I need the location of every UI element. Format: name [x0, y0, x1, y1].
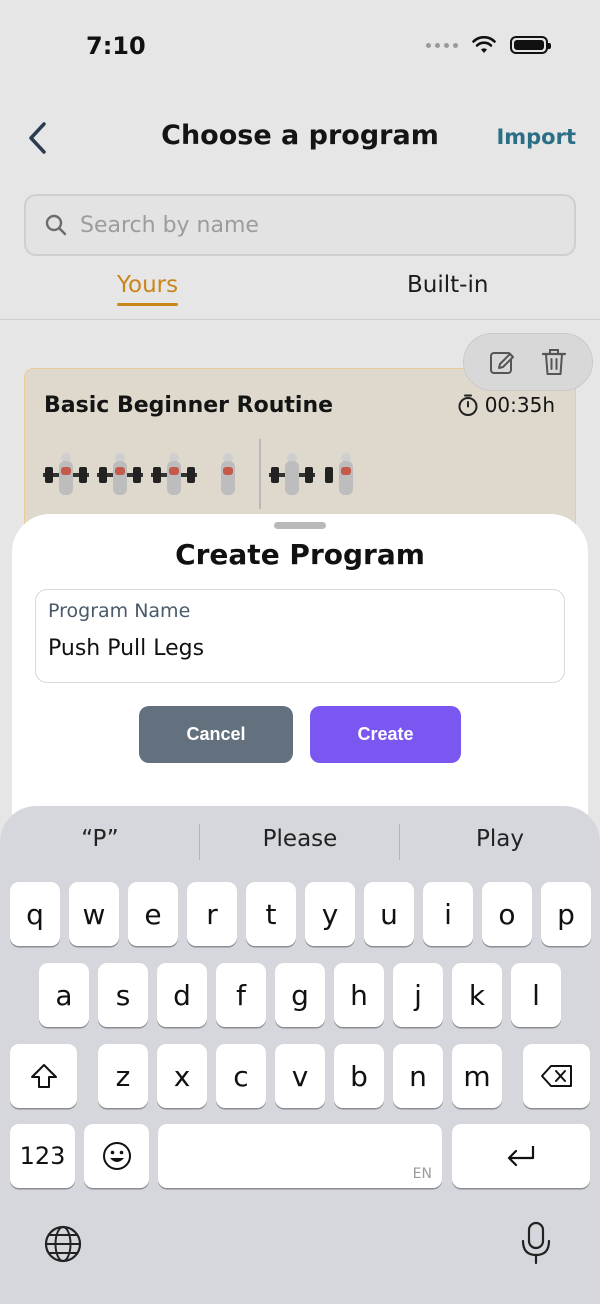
- globe-icon[interactable]: [43, 1224, 83, 1264]
- keyboard-language-label: EN: [412, 1166, 432, 1182]
- shift-key[interactable]: [10, 1044, 77, 1108]
- key-m[interactable]: m: [452, 1044, 502, 1108]
- suggestion-item[interactable]: Please: [200, 826, 400, 852]
- key-d[interactable]: d: [157, 963, 207, 1027]
- key-a[interactable]: a: [39, 963, 89, 1027]
- key-y[interactable]: y: [305, 882, 355, 946]
- suggestion-item[interactable]: “P”: [0, 826, 200, 852]
- program-name-input[interactable]: [48, 636, 548, 661]
- cancel-button[interactable]: Cancel: [139, 706, 293, 763]
- return-key[interactable]: [452, 1124, 590, 1188]
- key-i[interactable]: i: [423, 882, 473, 946]
- key-x[interactable]: x: [157, 1044, 207, 1108]
- key-e[interactable]: e: [128, 882, 178, 946]
- key-q[interactable]: q: [10, 882, 60, 946]
- sheet-title: Create Program: [175, 538, 425, 571]
- program-name-label: Program Name: [48, 600, 191, 622]
- key-h[interactable]: h: [334, 963, 384, 1027]
- key-c[interactable]: c: [216, 1044, 266, 1108]
- program-name-field[interactable]: Program Name: [35, 589, 565, 683]
- key-t[interactable]: t: [246, 882, 296, 946]
- keyboard: “P” Please Play q w e r t y u i o p a s …: [0, 806, 600, 1304]
- key-j[interactable]: j: [393, 963, 443, 1027]
- key-p[interactable]: p: [541, 882, 591, 946]
- space-key[interactable]: EN: [158, 1124, 442, 1188]
- return-icon: [507, 1146, 535, 1167]
- numbers-key[interactable]: 123: [10, 1124, 75, 1188]
- backspace-key[interactable]: [523, 1044, 590, 1108]
- key-u[interactable]: u: [364, 882, 414, 946]
- key-b[interactable]: b: [334, 1044, 384, 1108]
- key-r[interactable]: r: [187, 882, 237, 946]
- key-z[interactable]: z: [98, 1044, 148, 1108]
- key-v[interactable]: v: [275, 1044, 325, 1108]
- key-n[interactable]: n: [393, 1044, 443, 1108]
- key-f[interactable]: f: [216, 963, 266, 1027]
- emoji-key[interactable]: [84, 1124, 149, 1188]
- key-g[interactable]: g: [275, 963, 325, 1027]
- suggestion-bar: “P” Please Play: [0, 820, 600, 864]
- key-k[interactable]: k: [452, 963, 502, 1027]
- key-l[interactable]: l: [511, 963, 561, 1027]
- backspace-icon: [540, 1065, 572, 1087]
- key-s[interactable]: s: [98, 963, 148, 1027]
- emoji-icon: [102, 1142, 131, 1170]
- microphone-icon[interactable]: [520, 1220, 552, 1266]
- sheet-grabber[interactable]: [274, 522, 326, 529]
- key-w[interactable]: w: [69, 882, 119, 946]
- shift-icon: [30, 1064, 57, 1088]
- create-button[interactable]: Create: [310, 706, 461, 763]
- key-o[interactable]: o: [482, 882, 532, 946]
- suggestion-item[interactable]: Play: [400, 826, 600, 852]
